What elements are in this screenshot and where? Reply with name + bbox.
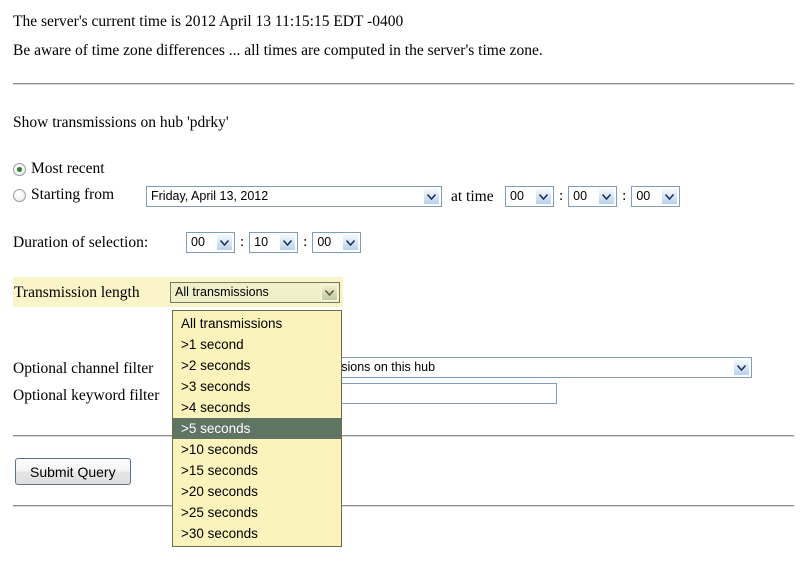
transmission-length-value: All transmissions bbox=[175, 285, 269, 299]
duration-group: 00 : 10 : 00 bbox=[186, 232, 362, 253]
transmission-length-option[interactable]: >1 second bbox=[173, 334, 341, 355]
transmission-length-option[interactable]: >3 seconds bbox=[173, 376, 341, 397]
chevron-down-icon[interactable] bbox=[321, 284, 338, 301]
at-time-label: at time bbox=[451, 188, 494, 205]
keyword-filter-input[interactable] bbox=[330, 383, 557, 404]
transmission-length-option[interactable]: >20 seconds bbox=[173, 481, 341, 502]
transmission-length-label: Transmission length bbox=[14, 284, 140, 301]
start-time-hours-value: 00 bbox=[510, 189, 524, 203]
transmission-length-option[interactable]: >5 seconds bbox=[173, 418, 341, 439]
start-time-group: 00 : 00 : 00 bbox=[505, 186, 681, 207]
duration-seconds-value: 00 bbox=[317, 235, 332, 249]
duration-minutes-select[interactable]: 10 bbox=[249, 232, 299, 253]
timezone-note-text: Be aware of time zone differences ... al… bbox=[13, 42, 543, 59]
transmission-length-option[interactable]: >2 seconds bbox=[173, 355, 341, 376]
date-select[interactable]: Friday, April 13, 2012 bbox=[146, 186, 442, 207]
start-time-seconds-value: 00 bbox=[636, 189, 651, 203]
radio-starting-from[interactable] bbox=[13, 188, 26, 202]
transmission-length-option[interactable]: >10 seconds bbox=[173, 439, 341, 460]
hub-intro-text: Show transmissions on hub 'pdrky' bbox=[13, 114, 229, 131]
duration-colon-2: : bbox=[303, 234, 308, 250]
channel-filter-value: ssions on this hub bbox=[335, 360, 436, 374]
radio-most-recent[interactable] bbox=[13, 162, 26, 176]
channel-filter-label: Optional channel filter bbox=[13, 360, 154, 377]
start-time-seconds-select[interactable]: 00 bbox=[631, 186, 681, 207]
duration-hours-value: 00 bbox=[191, 235, 205, 249]
radio-row-most-recent[interactable]: Most recent bbox=[13, 161, 105, 177]
chevron-down-icon[interactable] bbox=[535, 188, 552, 205]
time-colon-2: : bbox=[622, 188, 627, 204]
transmission-length-option[interactable]: All transmissions bbox=[173, 313, 341, 334]
duration-colon-1: : bbox=[240, 234, 245, 250]
duration-label: Duration of selection: bbox=[13, 234, 149, 251]
chevron-down-icon[interactable] bbox=[216, 234, 233, 251]
submit-query-button[interactable]: Submit Query bbox=[15, 458, 131, 485]
chevron-down-icon[interactable] bbox=[342, 234, 360, 251]
chevron-down-icon[interactable] bbox=[733, 359, 750, 376]
keyword-filter-label: Optional keyword filter bbox=[13, 387, 160, 404]
chevron-down-icon[interactable] bbox=[423, 188, 440, 205]
transmission-length-option[interactable]: >25 seconds bbox=[173, 502, 341, 523]
page-root: The server's current time is 2012 April … bbox=[0, 0, 800, 561]
duration-seconds-select[interactable]: 00 bbox=[312, 232, 362, 253]
transmission-length-option[interactable]: >30 seconds bbox=[173, 523, 341, 544]
start-time-minutes-select[interactable]: 00 bbox=[568, 186, 618, 207]
chevron-down-icon[interactable] bbox=[279, 234, 297, 251]
radio-starting-from-label: Starting from bbox=[31, 186, 115, 203]
date-select-value: Friday, April 13, 2012 bbox=[151, 189, 269, 203]
transmission-length-option-list[interactable]: All transmissions >1 second >2 seconds >3 s… bbox=[172, 310, 342, 547]
radio-row-starting-from[interactable]: Starting from bbox=[13, 187, 114, 203]
time-colon-1: : bbox=[559, 188, 564, 204]
start-time-hours-select[interactable]: 00 bbox=[505, 186, 554, 207]
channel-filter-select[interactable]: ssions on this hub bbox=[330, 357, 752, 378]
transmission-length-select[interactable]: All transmissions bbox=[170, 282, 340, 303]
transmission-length-option[interactable]: >15 seconds bbox=[173, 460, 341, 481]
duration-hours-select[interactable]: 00 bbox=[186, 232, 235, 253]
transmission-length-option[interactable]: >4 seconds bbox=[173, 397, 341, 418]
divider-top bbox=[13, 83, 794, 85]
duration-minutes-value: 10 bbox=[254, 235, 269, 249]
server-time-text: The server's current time is 2012 April … bbox=[13, 13, 404, 30]
radio-most-recent-label: Most recent bbox=[31, 160, 105, 177]
chevron-down-icon[interactable] bbox=[598, 188, 616, 205]
divider-middle bbox=[13, 435, 794, 437]
start-time-minutes-value: 00 bbox=[573, 189, 588, 203]
chevron-down-icon[interactable] bbox=[661, 188, 679, 205]
divider-bottom bbox=[13, 505, 794, 507]
